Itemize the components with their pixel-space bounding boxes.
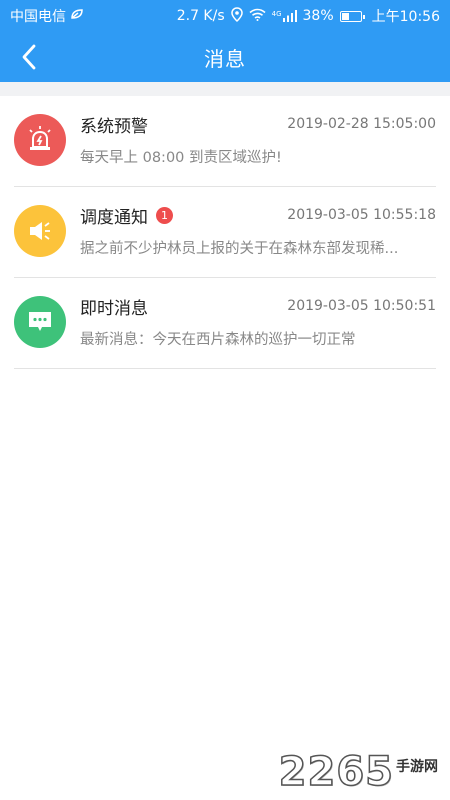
message-preview: 最新消息：今天在西片森林的巡护一切正常 <box>80 332 356 348</box>
page-title: 消息 <box>204 46 246 71</box>
location-icon <box>230 6 243 26</box>
network-speed: 2.7 K/s <box>176 8 225 24</box>
message-time: 2019-03-05 10:50:51 <box>287 298 436 314</box>
alarm-light-icon <box>14 114 66 166</box>
watermark-text: 手游网 <box>396 759 438 775</box>
message-list: 系统预警 2019-02-28 15:05:00 每天早上 08:00 到责区域… <box>0 96 450 369</box>
speaker-icon <box>14 205 66 257</box>
carrier-name: 中国电信 <box>10 9 66 25</box>
list-item-instant-message[interactable]: 即时消息 2019-03-05 10:50:51 最新消息：今天在西片森林的巡护… <box>14 278 436 369</box>
watermark-logo: 2265 手游网 <box>278 749 438 795</box>
back-button[interactable] <box>12 40 46 74</box>
list-item-system-warning[interactable]: 系统预警 2019-02-28 15:05:00 每天早上 08:00 到责区域… <box>14 96 436 187</box>
clock: 上午10:56 <box>371 9 440 25</box>
chevron-left-icon <box>22 44 36 70</box>
watermark-number: 2265 <box>278 749 394 795</box>
message-title: 调度通知 <box>80 207 148 228</box>
battery-percent: 38% <box>302 8 334 24</box>
message-title: 即时消息 <box>80 298 148 319</box>
status-bar: 中国电信 2.7 K/s 4G 38% 上午10:56 <box>0 0 450 32</box>
message-preview: 每天早上 08:00 到责区域巡护! <box>80 150 282 166</box>
chat-bubble-icon <box>14 296 66 348</box>
battery-icon <box>339 10 365 22</box>
message-title: 系统预警 <box>80 116 148 137</box>
leaf-icon <box>70 8 84 24</box>
message-time: 2019-03-05 10:55:18 <box>287 207 436 223</box>
unread-badge: 1 <box>156 206 173 224</box>
nav-bar: 消息 <box>0 32 450 82</box>
list-item-dispatch-notice[interactable]: 调度通知 1 2019-03-05 10:55:18 据之前不少护林员上报的关于… <box>14 187 436 278</box>
signal-icon: 4G <box>272 10 297 22</box>
message-time: 2019-02-28 15:05:00 <box>287 116 436 132</box>
message-preview: 据之前不少护林员上报的关于在森林东部发现稀... <box>80 241 399 257</box>
divider-strip <box>0 82 450 96</box>
wifi-icon <box>249 8 266 25</box>
network-type: 4G <box>271 10 282 18</box>
